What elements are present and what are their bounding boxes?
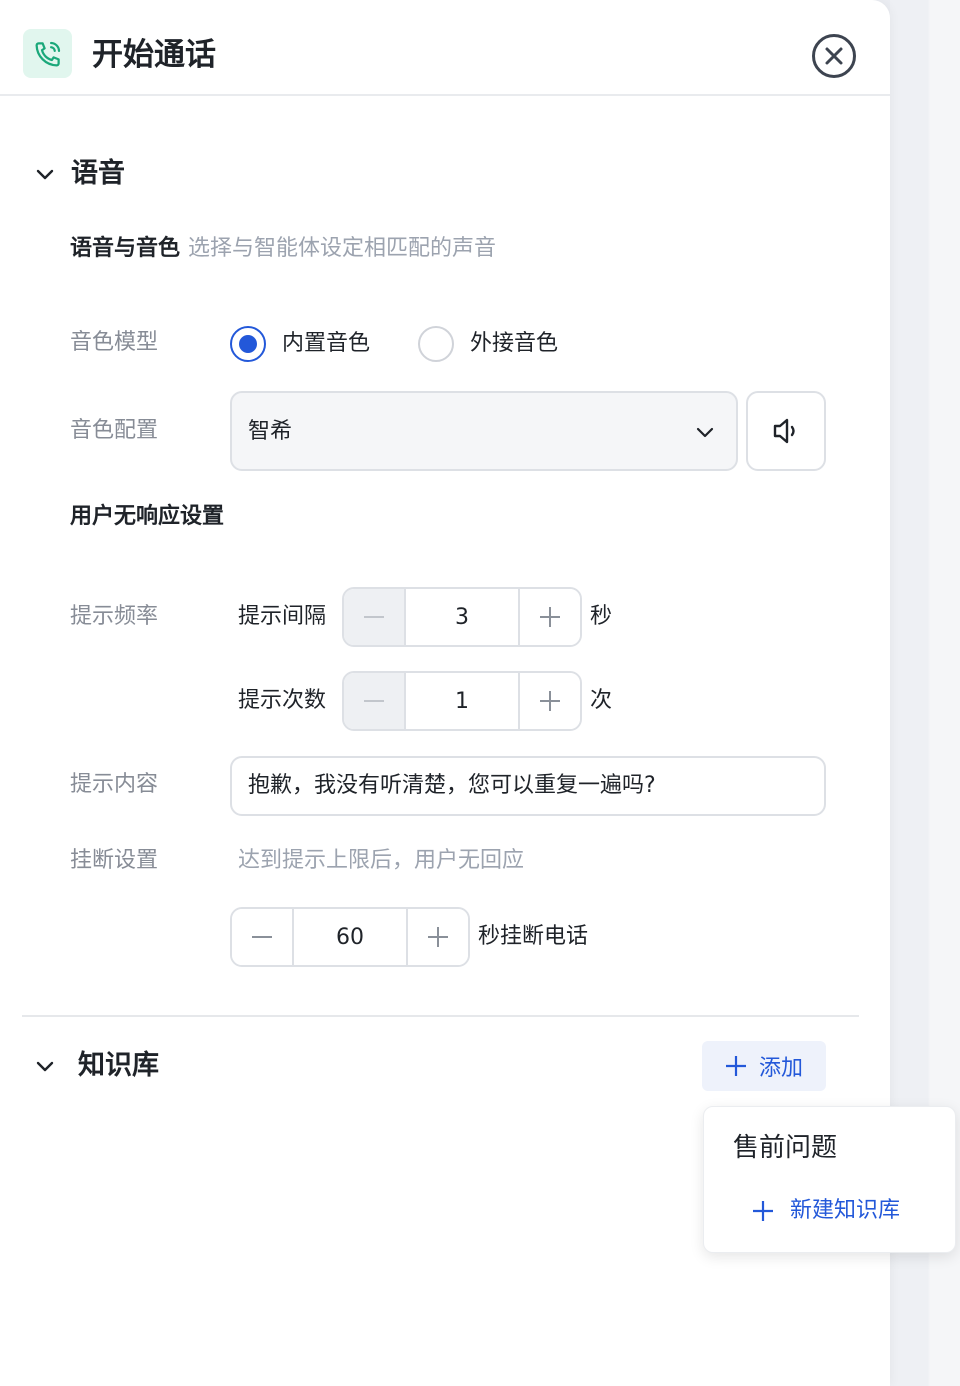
plus-icon xyxy=(753,1201,773,1221)
plus-icon xyxy=(725,1056,746,1076)
add-knowledge-button[interactable]: 添加 xyxy=(702,1041,826,1091)
increment-button[interactable] xyxy=(406,909,468,965)
speaker-icon xyxy=(773,418,795,444)
chevron-down-icon xyxy=(36,169,54,180)
panel-header: 开始通话 xyxy=(0,0,890,96)
radio-unchecked-icon xyxy=(418,326,455,362)
voice-section-title: 语音 xyxy=(71,158,125,189)
select-value: 智希 xyxy=(248,419,293,444)
plus-icon xyxy=(540,607,560,627)
radio-external-tone[interactable]: 外接音色 xyxy=(418,326,558,362)
minus-icon xyxy=(252,936,272,938)
plus-icon xyxy=(428,927,448,947)
hangup-seconds-stepper: 60 xyxy=(230,907,470,967)
page-title: 开始通话 xyxy=(92,37,216,73)
count-unit: 次 xyxy=(590,688,613,713)
close-icon xyxy=(812,34,856,78)
knowledge-dropdown-menu: 售前问题 新建知识库 xyxy=(703,1106,956,1253)
hangup-seconds-value[interactable]: 60 xyxy=(294,909,406,965)
plus-icon xyxy=(540,691,560,711)
hangup-settings-label: 挂断设置 xyxy=(70,848,159,873)
increment-button[interactable] xyxy=(518,673,580,729)
prompt-interval-label: 提示间隔 xyxy=(238,604,327,629)
hangup-hint: 达到提示上限后，用户无回应 xyxy=(238,848,525,873)
tone-config-label: 音色配置 xyxy=(70,418,159,443)
radio-label: 外接音色 xyxy=(470,331,559,356)
chevron-down-icon xyxy=(696,427,714,438)
no-response-heading: 用户无响应设置 xyxy=(70,504,225,529)
prompt-interval-stepper: 3 xyxy=(342,587,582,647)
prompt-content-label: 提示内容 xyxy=(70,772,159,797)
radio-builtin-tone[interactable]: 内置音色 xyxy=(230,326,370,362)
prompt-content-input[interactable]: 抱歉，我没有听清楚，您可以重复一遍吗? xyxy=(230,756,826,816)
new-knowledge-base-button[interactable]: 新建知识库 xyxy=(752,1196,900,1226)
close-button[interactable] xyxy=(811,33,857,79)
tone-model-label: 音色模型 xyxy=(70,330,159,355)
menu-item-presales-questions[interactable]: 售前问题 xyxy=(733,1131,837,1165)
knowledge-section-title: 知识库 xyxy=(78,1050,159,1081)
voice-tone-hint: 选择与智能体设定相匹配的声音 xyxy=(188,236,497,261)
chevron-down-icon xyxy=(36,1061,54,1072)
voice-tone-label: 语音与音色 xyxy=(70,236,181,261)
decrement-button[interactable] xyxy=(232,909,294,965)
decrement-button[interactable] xyxy=(344,589,406,645)
section-divider xyxy=(22,1015,859,1017)
prompt-frequency-label: 提示频率 xyxy=(70,604,159,629)
add-knowledge-label: 添加 xyxy=(758,1056,803,1081)
phone-call-icon xyxy=(23,29,72,78)
minus-icon xyxy=(364,700,384,702)
radio-label: 内置音色 xyxy=(282,331,371,356)
knowledge-section-toggle[interactable]: 知识库 xyxy=(34,1048,159,1084)
prompt-count-value[interactable]: 1 xyxy=(406,673,518,729)
voice-tone-heading: 语音与音色 选择与智能体设定相匹配的声音 xyxy=(70,234,496,264)
voice-section-toggle[interactable]: 语音 xyxy=(34,156,125,192)
decrement-button[interactable] xyxy=(344,673,406,729)
prompt-count-label: 提示次数 xyxy=(238,688,327,713)
hangup-unit: 秒挂断电话 xyxy=(478,924,589,949)
increment-button[interactable] xyxy=(518,589,580,645)
radio-checked-icon xyxy=(230,326,266,362)
preview-voice-button[interactable] xyxy=(746,391,826,471)
new-knowledge-base-label: 新建知识库 xyxy=(790,1198,901,1223)
interval-unit: 秒 xyxy=(590,604,613,629)
prompt-interval-value[interactable]: 3 xyxy=(406,589,518,645)
tone-config-select[interactable]: 智希 xyxy=(230,391,738,471)
minus-icon xyxy=(364,616,384,618)
prompt-count-stepper: 1 xyxy=(342,671,582,731)
tone-model-radio-group: 内置音色 外接音色 xyxy=(230,326,558,362)
